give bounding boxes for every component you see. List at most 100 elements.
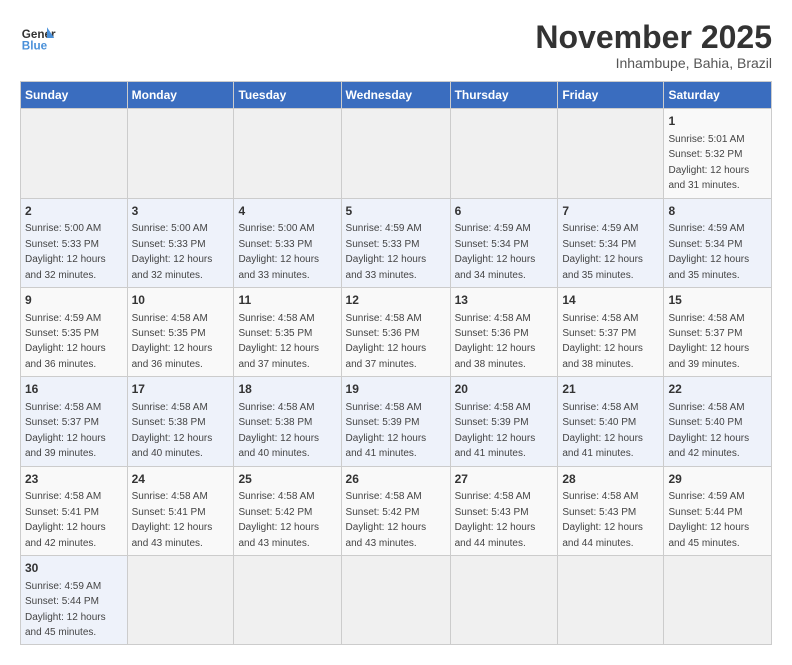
day-number: 24 [132, 471, 230, 488]
day-number: 21 [562, 381, 659, 398]
dow-header-sunday: Sunday [21, 82, 128, 109]
day-info: Sunrise: 4:58 AM Sunset: 5:39 PM Dayligh… [455, 402, 536, 459]
day-number: 22 [668, 381, 767, 398]
dow-header-wednesday: Wednesday [341, 82, 450, 109]
day-info: Sunrise: 4:58 AM Sunset: 5:38 PM Dayligh… [132, 402, 213, 459]
calendar-cell [234, 555, 341, 644]
calendar-cell: 9 Sunrise: 4:59 AM Sunset: 5:35 PM Daylig… [21, 287, 128, 376]
calendar-cell: 17 Sunrise: 4:58 AM Sunset: 5:38 PM Dayli… [127, 377, 234, 466]
day-number: 5 [346, 203, 446, 220]
day-info: Sunrise: 4:58 AM Sunset: 5:42 PM Dayligh… [346, 491, 427, 548]
month-title: November 2025 [535, 20, 772, 55]
calendar-cell: 15Sunrise: 4:58 AM Sunset: 5:37 PM Dayli… [664, 287, 772, 376]
calendar-cell: 8 Sunrise: 4:59 AM Sunset: 5:34 PM Daylig… [664, 198, 772, 287]
day-info: Sunrise: 4:58 AM Sunset: 5:35 PM Dayligh… [238, 313, 319, 370]
day-info: Sunrise: 4:59 AM Sunset: 5:33 PM Dayligh… [346, 223, 427, 280]
calendar-cell [127, 555, 234, 644]
calendar-cell: 7 Sunrise: 4:59 AM Sunset: 5:34 PM Daylig… [558, 198, 664, 287]
day-info: Sunrise: 4:58 AM Sunset: 5:41 PM Dayligh… [132, 491, 213, 548]
day-number: 15 [668, 292, 767, 309]
day-info: Sunrise: 4:58 AM Sunset: 5:42 PM Dayligh… [238, 491, 319, 548]
calendar-cell: 25 Sunrise: 4:58 AM Sunset: 5:42 PM Dayli… [234, 466, 341, 555]
calendar-cell: 2 Sunrise: 5:00 AM Sunset: 5:33 PM Daylig… [21, 198, 128, 287]
calendar-cell: 26 Sunrise: 4:58 AM Sunset: 5:42 PM Dayli… [341, 466, 450, 555]
day-info: Sunrise: 4:58 AM Sunset: 5:36 PM Dayligh… [346, 313, 427, 370]
day-number: 13 [455, 292, 554, 309]
day-number: 26 [346, 471, 446, 488]
day-number: 9 [25, 292, 123, 309]
day-info: Sunrise: 5:00 AM Sunset: 5:33 PM Dayligh… [132, 223, 213, 280]
day-number: 30 [25, 560, 123, 577]
day-info: Sunrise: 4:58 AM Sunset: 5:38 PM Dayligh… [238, 402, 319, 459]
day-number: 6 [455, 203, 554, 220]
calendar-cell [127, 109, 234, 198]
calendar-cell: 6Sunrise: 4:59 AM Sunset: 5:34 PM Daylig… [450, 198, 558, 287]
day-number: 7 [562, 203, 659, 220]
calendar-cell: 3 Sunrise: 5:00 AM Sunset: 5:33 PM Daylig… [127, 198, 234, 287]
calendar-cell: 1 Sunrise: 5:01 AM Sunset: 5:32 PM Daylig… [664, 109, 772, 198]
day-number: 2 [25, 203, 123, 220]
calendar-cell [664, 555, 772, 644]
calendar-cell: 19 Sunrise: 4:58 AM Sunset: 5:39 PM Dayli… [341, 377, 450, 466]
calendar-cell: 22Sunrise: 4:58 AM Sunset: 5:40 PM Dayli… [664, 377, 772, 466]
day-info: Sunrise: 4:58 AM Sunset: 5:36 PM Dayligh… [455, 313, 536, 370]
day-info: Sunrise: 4:58 AM Sunset: 5:37 PM Dayligh… [25, 402, 106, 459]
day-number: 10 [132, 292, 230, 309]
day-number: 29 [668, 471, 767, 488]
day-info: Sunrise: 5:00 AM Sunset: 5:33 PM Dayligh… [238, 223, 319, 280]
calendar-cell [21, 109, 128, 198]
calendar-cell: 23 Sunrise: 4:58 AM Sunset: 5:41 PM Dayli… [21, 466, 128, 555]
day-info: Sunrise: 4:58 AM Sunset: 5:43 PM Dayligh… [562, 491, 643, 548]
calendar-cell: 29 Sunrise: 4:59 AM Sunset: 5:44 PM Dayli… [664, 466, 772, 555]
day-number: 12 [346, 292, 446, 309]
calendar-cell: 24 Sunrise: 4:58 AM Sunset: 5:41 PM Dayli… [127, 466, 234, 555]
calendar-cell: 12 Sunrise: 4:58 AM Sunset: 5:36 PM Dayli… [341, 287, 450, 376]
calendar-cell: 13 Sunrise: 4:58 AM Sunset: 5:36 PM Dayli… [450, 287, 558, 376]
day-number: 18 [238, 381, 336, 398]
day-info: Sunrise: 4:59 AM Sunset: 5:35 PM Dayligh… [25, 313, 106, 370]
day-info: Sunrise: 4:59 AM Sunset: 5:34 PM Dayligh… [562, 223, 643, 280]
day-number: 25 [238, 471, 336, 488]
day-number: 11 [238, 292, 336, 309]
calendar-table: SundayMondayTuesdayWednesdayThursdayFrid… [20, 81, 772, 645]
day-number: 3 [132, 203, 230, 220]
day-number: 17 [132, 381, 230, 398]
calendar-cell: 28Sunrise: 4:58 AM Sunset: 5:43 PM Dayli… [558, 466, 664, 555]
page-header: General Blue November 2025 Inhambupe, Ba… [20, 20, 772, 71]
day-info: Sunrise: 4:58 AM Sunset: 5:43 PM Dayligh… [455, 491, 536, 548]
day-info: Sunrise: 4:59 AM Sunset: 5:34 PM Dayligh… [668, 223, 749, 280]
dow-header-saturday: Saturday [664, 82, 772, 109]
day-number: 23 [25, 471, 123, 488]
dow-header-tuesday: Tuesday [234, 82, 341, 109]
calendar-cell: 10Sunrise: 4:58 AM Sunset: 5:35 PM Dayli… [127, 287, 234, 376]
day-number: 20 [455, 381, 554, 398]
dow-header-friday: Friday [558, 82, 664, 109]
calendar-cell: 27 Sunrise: 4:58 AM Sunset: 5:43 PM Dayli… [450, 466, 558, 555]
svg-text:Blue: Blue [22, 40, 48, 53]
calendar-cell [341, 109, 450, 198]
day-number: 16 [25, 381, 123, 398]
calendar-cell [450, 109, 558, 198]
day-number: 8 [668, 203, 767, 220]
title-block: November 2025 Inhambupe, Bahia, Brazil [535, 20, 772, 71]
calendar-cell: 20 Sunrise: 4:58 AM Sunset: 5:39 PM Dayli… [450, 377, 558, 466]
day-number: 19 [346, 381, 446, 398]
calendar-cell: 16 Sunrise: 4:58 AM Sunset: 5:37 PM Dayli… [21, 377, 128, 466]
day-info: Sunrise: 4:59 AM Sunset: 5:44 PM Dayligh… [668, 491, 749, 548]
calendar-cell: 4 Sunrise: 5:00 AM Sunset: 5:33 PM Daylig… [234, 198, 341, 287]
logo: General Blue [20, 20, 56, 56]
day-info: Sunrise: 4:59 AM Sunset: 5:44 PM Dayligh… [25, 581, 106, 638]
calendar-cell [234, 109, 341, 198]
dow-header-thursday: Thursday [450, 82, 558, 109]
day-number: 27 [455, 471, 554, 488]
calendar-cell [558, 555, 664, 644]
day-info: Sunrise: 4:58 AM Sunset: 5:39 PM Dayligh… [346, 402, 427, 459]
calendar-cell: 30 Sunrise: 4:59 AM Sunset: 5:44 PM Dayli… [21, 555, 128, 644]
day-info: Sunrise: 4:58 AM Sunset: 5:41 PM Dayligh… [25, 491, 106, 548]
day-info: Sunrise: 4:58 AM Sunset: 5:37 PM Dayligh… [562, 313, 643, 370]
day-number: 1 [668, 113, 767, 130]
day-number: 4 [238, 203, 336, 220]
day-info: Sunrise: 5:01 AM Sunset: 5:32 PM Dayligh… [668, 134, 749, 191]
calendar-cell [341, 555, 450, 644]
day-info: Sunrise: 5:00 AM Sunset: 5:33 PM Dayligh… [25, 223, 106, 280]
